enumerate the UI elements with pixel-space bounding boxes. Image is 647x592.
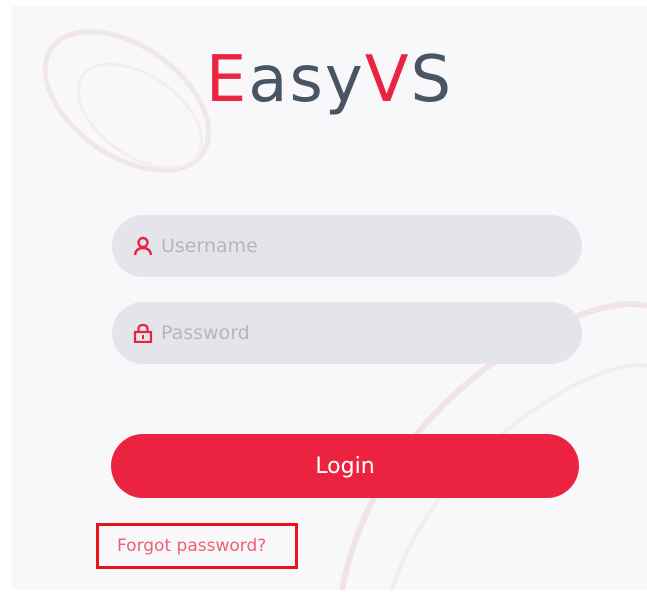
password-input[interactable] <box>161 322 541 344</box>
logo-letter-e: E <box>205 43 249 117</box>
login-button[interactable]: Login <box>111 434 579 498</box>
logo-letter-s: S <box>410 43 454 117</box>
logo-letter-v: V <box>364 43 411 117</box>
brand-logo: EasyVS <box>12 48 647 112</box>
lock-icon <box>132 322 154 344</box>
forgot-password-link[interactable]: Forgot password? <box>117 536 266 556</box>
user-icon <box>132 235 154 257</box>
logo-letters-asy: asy <box>248 43 365 117</box>
username-field[interactable] <box>112 215 582 277</box>
login-panel: EasyVS Login Forgot password? <box>12 6 647 590</box>
password-field[interactable] <box>112 302 582 364</box>
username-input[interactable] <box>161 235 541 257</box>
forgot-password-highlight: Forgot password? <box>96 523 298 569</box>
